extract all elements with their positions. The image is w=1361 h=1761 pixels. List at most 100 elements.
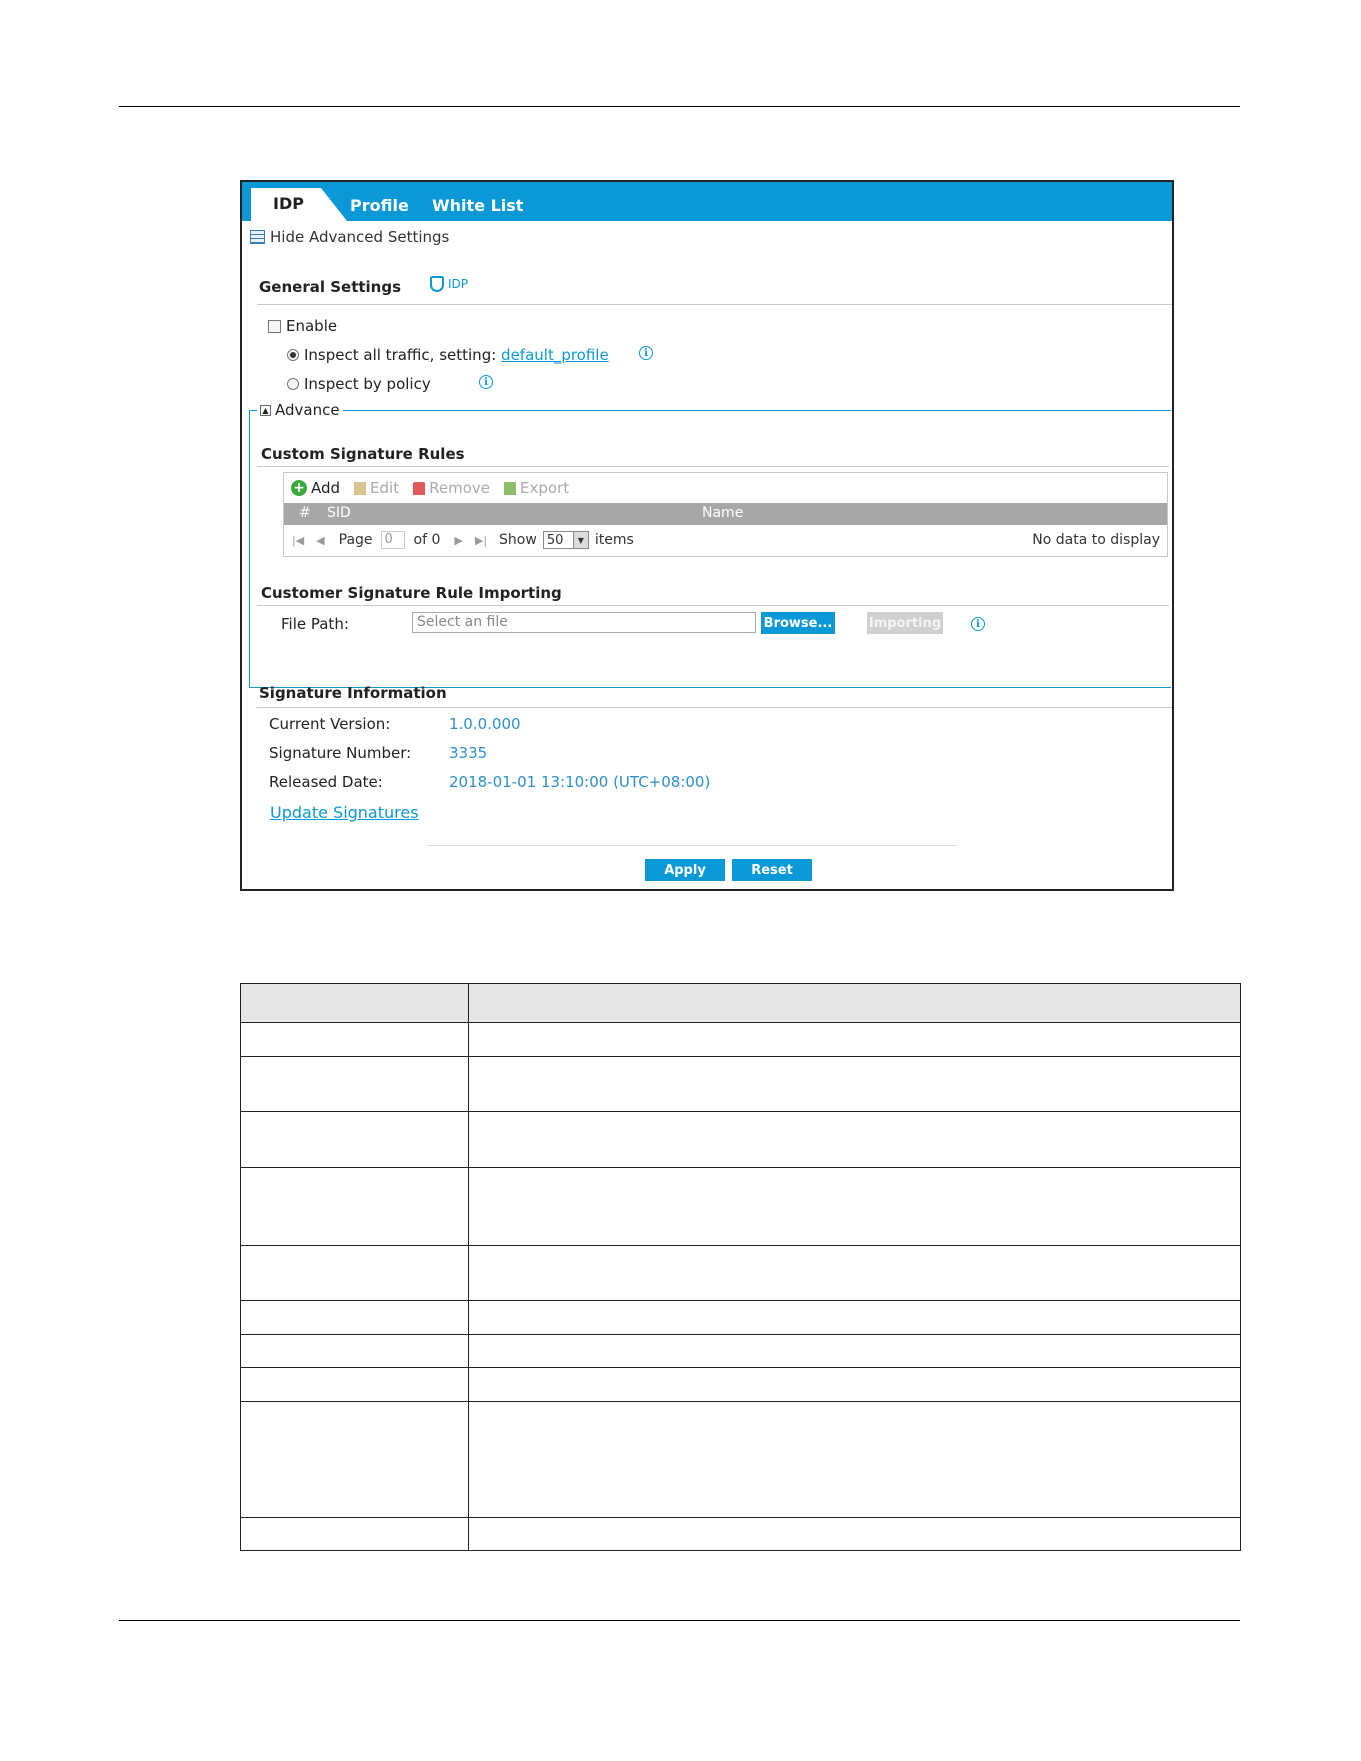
enable-row: Enable xyxy=(268,317,337,335)
released-date-label: Released Date: xyxy=(269,773,383,791)
enable-label: Enable xyxy=(286,317,338,335)
table-cell xyxy=(240,1111,469,1168)
table-row xyxy=(240,1245,1241,1301)
table-row xyxy=(240,1367,1241,1402)
table-row xyxy=(240,1517,1241,1551)
table-row xyxy=(240,1167,1241,1246)
table-header-row xyxy=(240,983,1241,1023)
tab-idp[interactable]: IDP xyxy=(273,194,304,213)
table-cell xyxy=(240,1401,469,1518)
table-row xyxy=(240,1300,1241,1335)
export-label: Export xyxy=(519,479,570,497)
header-cell xyxy=(240,983,469,1023)
table-row xyxy=(240,1022,1241,1057)
chevron-down-icon: ▼ xyxy=(572,532,588,548)
idp-screenshot: IDP Profile White List Hide Advanced Set… xyxy=(240,180,1174,891)
table-row xyxy=(240,1056,1241,1112)
default-profile-link[interactable]: default_profile xyxy=(501,346,609,364)
column-sid[interactable]: SID xyxy=(327,505,351,521)
grid-pager: |◀ ◀ Page 0 of 0 ▶ ▶| Show 50 ▼ items No … xyxy=(284,525,1167,555)
table-cell xyxy=(240,1022,469,1057)
idp-badge-label: IDP xyxy=(448,277,469,291)
table-cell xyxy=(468,1367,1241,1402)
add-button[interactable]: + Add xyxy=(291,479,340,497)
hide-advanced-label: Hide Advanced Settings xyxy=(270,228,450,246)
table-row xyxy=(240,1111,1241,1168)
remove-button[interactable]: Remove xyxy=(413,479,490,497)
divider xyxy=(257,304,1172,305)
column-name[interactable]: Name xyxy=(702,505,743,521)
info-icon[interactable]: i xyxy=(479,375,493,389)
first-page-icon[interactable]: |◀ xyxy=(292,534,304,547)
importing-title: Customer Signature Rule Importing xyxy=(261,584,562,602)
advance-toggle[interactable]: ▲ Advance xyxy=(257,401,343,419)
add-label: Add xyxy=(311,479,341,497)
items-label: items xyxy=(594,532,634,548)
tab-white-list[interactable]: White List xyxy=(432,196,523,215)
table-row xyxy=(240,1334,1241,1368)
header-cell xyxy=(468,983,1241,1023)
trash-icon xyxy=(413,481,426,495)
grid-header: # SID Name xyxy=(284,503,1167,525)
table-cell xyxy=(468,1334,1241,1368)
signature-number-label: Signature Number: xyxy=(269,744,412,762)
add-icon: + xyxy=(291,480,307,496)
custom-rules-grid: + Add Edit Remove Export # SID Name |◀ ◀ … xyxy=(283,472,1168,557)
inspect-policy-label: Inspect by policy xyxy=(304,375,431,393)
signature-number-value: 3335 xyxy=(449,744,488,762)
shield-icon xyxy=(430,276,444,292)
export-button[interactable]: Export xyxy=(503,479,570,497)
tab-idp-notch xyxy=(321,188,347,221)
per-page-select[interactable]: 50 ▼ xyxy=(542,531,589,549)
export-icon xyxy=(503,481,516,495)
enable-checkbox[interactable] xyxy=(268,319,281,333)
grid-toolbar: + Add Edit Remove Export xyxy=(291,479,569,497)
info-icon[interactable]: i xyxy=(971,617,985,631)
idp-badge: IDP xyxy=(430,276,468,292)
empty-message: No data to display xyxy=(1032,532,1160,548)
file-path-input[interactable]: Select an file xyxy=(412,612,756,633)
tab-profile[interactable]: Profile xyxy=(350,196,409,215)
divider xyxy=(257,466,1169,467)
remove-label: Remove xyxy=(429,479,490,497)
footer-divider xyxy=(427,845,957,846)
inspect-policy-radio[interactable] xyxy=(287,378,299,390)
column-number[interactable]: # xyxy=(299,505,311,521)
table-cell xyxy=(240,1056,469,1112)
field-description-table xyxy=(240,983,1241,1551)
table-cell xyxy=(468,1111,1241,1168)
collapse-icon: ▲ xyxy=(260,404,271,416)
page-number-input[interactable]: 0 xyxy=(380,531,405,549)
inspect-all-label: Inspect all traffic, setting: default_pr… xyxy=(304,346,609,364)
signature-info-title: Signature Information xyxy=(259,684,447,702)
table-cell xyxy=(240,1245,469,1301)
table-cell xyxy=(468,1167,1241,1246)
table-cell xyxy=(468,1056,1241,1112)
table-cell xyxy=(240,1367,469,1402)
show-label: Show xyxy=(499,532,537,548)
hide-advanced-settings-link[interactable]: Hide Advanced Settings xyxy=(250,228,449,246)
next-page-icon[interactable]: ▶ xyxy=(454,534,462,547)
page-label: Page xyxy=(338,532,373,548)
advance-label: Advance xyxy=(275,401,340,419)
last-page-icon[interactable]: ▶| xyxy=(475,534,487,547)
table-cell xyxy=(240,1300,469,1335)
page-count: of 0 xyxy=(413,532,441,548)
released-date-value: 2018-01-01 13:10:00 (UTC+08:00) xyxy=(449,773,711,791)
edit-button[interactable]: Edit xyxy=(354,479,399,497)
info-icon[interactable]: i xyxy=(639,346,653,360)
inspect-all-row: Inspect all traffic, setting: default_pr… xyxy=(287,346,609,364)
custom-signature-rules-title: Custom Signature Rules xyxy=(261,445,465,463)
update-signatures-link[interactable]: Update Signatures xyxy=(270,803,419,822)
page-header-rule xyxy=(119,106,1240,107)
importing-button[interactable]: Importing xyxy=(867,612,943,634)
prev-page-icon[interactable]: ◀ xyxy=(316,534,324,547)
tab-bar: IDP Profile White List xyxy=(242,182,1172,221)
divider xyxy=(257,707,1172,708)
reset-button[interactable]: Reset xyxy=(732,859,812,881)
browse-button[interactable]: Browse... xyxy=(761,612,835,634)
inspect-all-text: Inspect all traffic, setting: xyxy=(304,346,502,364)
table-cell xyxy=(240,1334,469,1368)
inspect-all-radio[interactable] xyxy=(287,349,299,361)
apply-button[interactable]: Apply xyxy=(645,859,725,881)
